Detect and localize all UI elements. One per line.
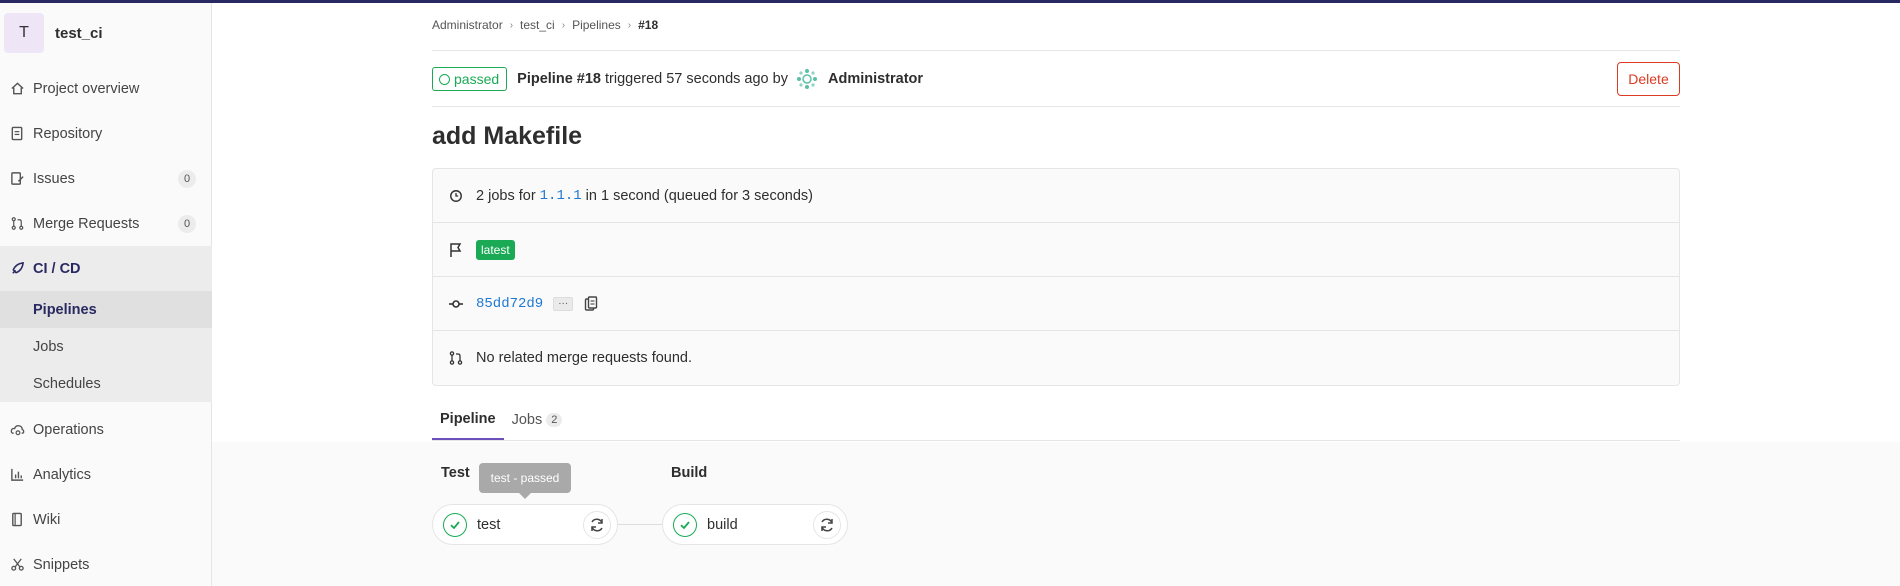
clock-icon — [447, 187, 465, 205]
job-name: test — [477, 516, 501, 533]
sidebar-item-issues[interactable]: Issues 0 — [0, 156, 212, 201]
sidebar-item-repository[interactable]: Repository — [0, 111, 212, 156]
sidebar-subitem-jobs[interactable]: Jobs — [0, 328, 212, 365]
breadcrumb-item[interactable]: Pipelines — [572, 18, 621, 32]
sidebar-item-label: Repository — [33, 125, 103, 142]
commit-sha-link[interactable]: 85dd72d9 — [476, 296, 543, 312]
issues-icon — [8, 170, 26, 188]
chevron-right-icon: › — [627, 19, 632, 31]
home-icon — [8, 80, 26, 98]
job-test[interactable]: test — [432, 504, 618, 545]
user-avatar[interactable] — [796, 68, 818, 90]
project-avatar[interactable]: T — [4, 13, 44, 53]
copy-sha-icon[interactable] — [584, 295, 600, 312]
document-icon — [8, 125, 26, 143]
sidebar-item-ci-cd[interactable]: CI / CD — [0, 246, 212, 291]
job-name: build — [707, 516, 738, 533]
sidebar-item-label: Operations — [33, 421, 104, 438]
divider — [432, 106, 1680, 107]
sidebar-item-label: Analytics — [33, 466, 92, 483]
commit-row: 85dd72d9 ··· — [433, 277, 1679, 331]
status-badge[interactable]: passed — [432, 67, 508, 91]
pipeline-info-panel: 2 jobs for 1.1.1 in 1 second (queued for… — [432, 168, 1680, 386]
breadcrumb-item[interactable]: Administrator — [432, 18, 503, 32]
sidebar-item-operations[interactable]: Operations — [0, 407, 212, 452]
divider — [432, 50, 1680, 51]
sidebar-subitem-schedules[interactable]: Schedules — [0, 365, 212, 402]
flag-icon — [447, 241, 465, 259]
tags-row: latest — [433, 223, 1679, 277]
sidebar-subitem-pipelines[interactable]: Pipelines — [0, 291, 212, 328]
sidebar-item-snippets[interactable]: Snippets — [0, 542, 212, 586]
jobs-summary-row: 2 jobs for 1.1.1 in 1 second (queued for… — [433, 169, 1679, 223]
jobs-summary-prefix: 2 jobs for — [476, 187, 536, 204]
sidebar-item-wiki[interactable]: Wiki — [0, 497, 212, 542]
tabs-divider — [432, 440, 1680, 441]
project-sidebar: T test_ci Project overview Repository Is… — [0, 3, 212, 586]
expand-commit-message-button[interactable]: ··· — [553, 296, 574, 311]
project-name[interactable]: test_ci — [55, 25, 103, 42]
stage-title-build: Build — [671, 465, 708, 481]
chart-icon — [8, 466, 26, 484]
page-title: add Makefile — [432, 122, 583, 150]
sidebar-item-label: Merge Requests — [33, 215, 140, 232]
sidebar-item-label: CI / CD — [33, 260, 81, 277]
top-navbar-strip — [0, 0, 1900, 3]
job-tooltip: test - passed — [479, 463, 571, 499]
breadcrumb-item-current[interactable]: #18 — [638, 18, 658, 32]
status-badge-label: passed — [454, 71, 500, 87]
delete-button[interactable]: Delete — [1617, 62, 1680, 96]
retry-icon[interactable] — [583, 511, 611, 539]
status-passed-icon — [439, 73, 450, 85]
commit-icon — [447, 295, 465, 313]
sidebar-item-project-overview[interactable]: Project overview — [0, 66, 212, 111]
status-success-icon — [443, 512, 467, 537]
stage-title-test: Test — [441, 465, 470, 481]
pipeline-user[interactable]: Administrator — [828, 71, 923, 87]
chevron-right-icon: › — [561, 19, 566, 31]
tab-label: Pipeline — [440, 411, 496, 427]
cloud-gear-icon — [8, 421, 26, 439]
merge-requests-text: No related merge requests found. — [476, 350, 693, 366]
tab-label: Jobs — [511, 412, 543, 428]
stage-connector — [618, 524, 662, 525]
merge-request-icon — [8, 215, 26, 233]
latest-badge: latest — [476, 239, 515, 260]
sidebar-item-merge-requests[interactable]: Merge Requests 0 — [0, 201, 212, 246]
rocket-icon — [8, 260, 26, 278]
sidebar-item-label: Snippets — [33, 556, 90, 573]
sidebar-item-label: Issues — [33, 170, 75, 187]
retry-icon[interactable] — [813, 511, 841, 539]
book-icon — [8, 511, 26, 529]
sidebar-item-label: Project overview — [33, 80, 140, 97]
jobs-count-badge: 2 — [546, 413, 563, 427]
job-build[interactable]: build — [662, 504, 848, 545]
pipeline-header: passed Pipeline #18 triggered 57 seconds… — [432, 67, 923, 91]
jobs-summary-suffix: in 1 second (queued for 3 seconds) — [585, 187, 813, 204]
chevron-right-icon: › — [509, 19, 514, 31]
issues-count-badge: 0 — [178, 169, 196, 188]
pipeline-tabs: Pipeline Jobs 2 — [432, 400, 570, 440]
status-success-icon — [673, 512, 697, 537]
sidebar-item-label: Wiki — [33, 511, 61, 528]
merge-request-icon — [447, 349, 465, 367]
breadcrumb: Administrator › test_ci › Pipelines › #1… — [432, 18, 658, 32]
sidebar-item-analytics[interactable]: Analytics — [0, 452, 212, 497]
tab-jobs[interactable]: Jobs 2 — [504, 400, 571, 440]
scissors-icon — [8, 556, 26, 574]
breadcrumb-item[interactable]: test_ci — [520, 18, 555, 32]
tab-pipeline[interactable]: Pipeline — [432, 400, 504, 440]
ref-link[interactable]: 1.1.1 — [540, 188, 582, 204]
merge-requests-row: No related merge requests found. — [433, 331, 1679, 385]
project-header[interactable]: T test_ci — [0, 13, 211, 53]
merge-requests-count-badge: 0 — [178, 214, 196, 233]
pipeline-number: Pipeline #18 — [517, 71, 601, 87]
pipeline-triggered-text: triggered 57 seconds ago by — [604, 71, 788, 87]
